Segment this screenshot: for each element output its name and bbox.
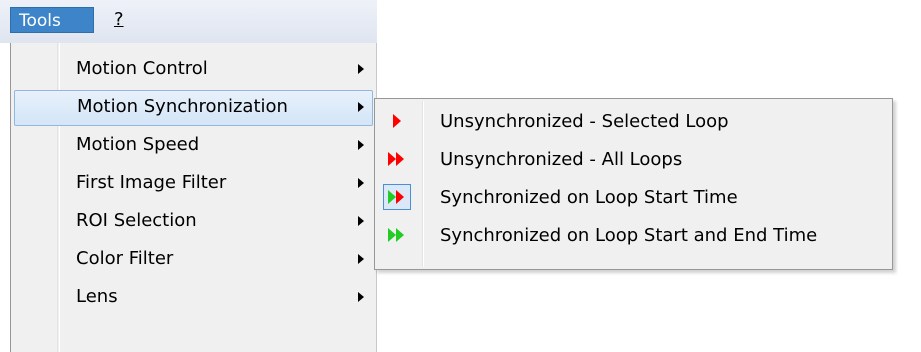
green-red-play-icon <box>383 184 411 210</box>
submenu-arrow-icon <box>358 102 364 112</box>
menu-bar: Tools ? <box>0 0 377 43</box>
menu-item-motion-control[interactable]: Motion Control <box>14 52 373 88</box>
submenu-item-label: Synchronized on Loop Start and End Time <box>440 225 818 246</box>
menu-item-label: First Image Filter <box>76 172 227 193</box>
menu-item-roi-selection[interactable]: ROI Selection <box>14 204 373 240</box>
submenu-item-synchronized-loop-start-time[interactable]: Synchronized on Loop Start Time <box>377 179 890 216</box>
double-green-play-icon <box>383 222 411 248</box>
submenu-arrow-icon <box>358 178 364 188</box>
submenu-item-unsynchronized-selected-loop[interactable]: Unsynchronized - Selected Loop <box>377 103 890 140</box>
menu-help[interactable]: ? <box>106 7 134 33</box>
submenu-arrow-icon <box>358 254 364 264</box>
menu-item-label: Motion Synchronization <box>77 96 288 117</box>
menu-item-motion-synchronization[interactable]: Motion Synchronization <box>14 90 373 126</box>
menu-help-label: ? <box>114 9 124 30</box>
menu-tools[interactable]: Tools <box>10 7 94 33</box>
submenu-item-label: Unsynchronized - Selected Loop <box>440 111 729 132</box>
menu-item-lens[interactable]: Lens <box>14 280 373 316</box>
submenu-item-label: Synchronized on Loop Start Time <box>440 187 738 208</box>
menu-item-label: ROI Selection <box>76 210 197 231</box>
submenu-item-unsynchronized-all-loops[interactable]: Unsynchronized - All Loops <box>377 141 890 178</box>
menu-item-color-filter[interactable]: Color Filter <box>14 242 373 278</box>
submenu-arrow-icon <box>358 64 364 74</box>
motion-synchronization-submenu: Unsynchronized - Selected Loop Unsynchro… <box>374 98 893 270</box>
tools-dropdown: Motion Control Motion Synchronization Mo… <box>10 43 377 352</box>
menu-item-label: Motion Control <box>76 58 208 79</box>
submenu-item-label: Unsynchronized - All Loops <box>440 149 683 170</box>
single-red-play-icon <box>383 108 411 134</box>
submenu-item-synchronized-loop-start-end-time[interactable]: Synchronized on Loop Start and End Time <box>377 217 890 254</box>
double-red-play-icon <box>383 146 411 172</box>
menu-item-first-image-filter[interactable]: First Image Filter <box>14 166 373 202</box>
menu-item-label: Motion Speed <box>76 134 200 155</box>
submenu-arrow-icon <box>358 140 364 150</box>
submenu-arrow-icon <box>358 292 364 302</box>
menu-item-label: Color Filter <box>76 248 174 269</box>
menu-tools-label: Tools <box>19 11 61 31</box>
menu-item-motion-speed[interactable]: Motion Speed <box>14 128 373 164</box>
menu-item-label: Lens <box>76 286 118 307</box>
submenu-arrow-icon <box>358 216 364 226</box>
